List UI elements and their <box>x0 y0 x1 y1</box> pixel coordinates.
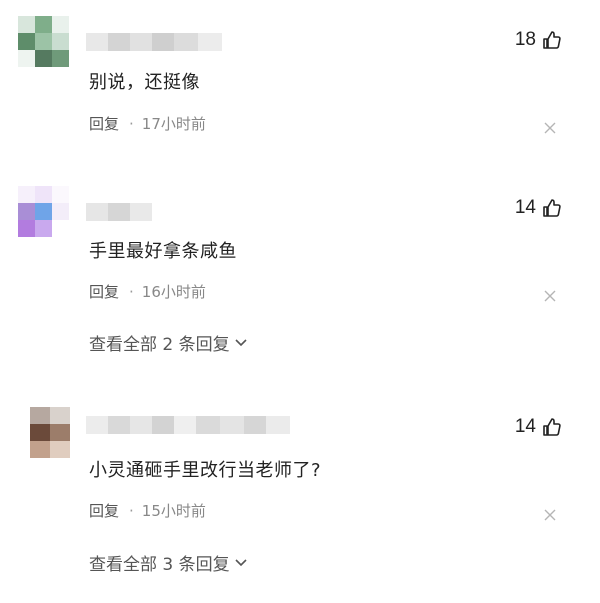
comment-text: 小灵通砸手里改行当老师了? <box>89 460 322 481</box>
close-icon[interactable] <box>544 287 556 302</box>
thumbs-up-icon <box>542 417 562 437</box>
separator-dot: · <box>129 501 134 520</box>
username-blurred[interactable] <box>86 203 152 221</box>
reply-button[interactable]: 回复 <box>89 500 119 521</box>
thumbs-up-icon <box>542 30 562 50</box>
avatar[interactable] <box>18 186 70 238</box>
timestamp: 16小时前 <box>141 283 206 301</box>
comment-item: 14 小灵通砸手里改行当老师了? 回复 · 15小时前 查看全部 3 条回复 <box>0 380 600 603</box>
reply-button[interactable]: 回复 <box>89 113 119 134</box>
chevron-down-icon <box>234 333 248 353</box>
comment-text: 手里最好拿条咸鱼 <box>89 241 237 262</box>
comment-meta: 回复 · 16小时前 <box>89 281 206 302</box>
avatar[interactable] <box>30 407 70 458</box>
username-blurred[interactable] <box>86 33 222 51</box>
comment-item: 14 手里最好拿条咸鱼 回复 · 16小时前 查看全部 2 条回复 <box>0 170 600 380</box>
view-replies-label: 查看全部 2 条回复 <box>89 335 230 355</box>
like-button[interactable]: 18 <box>515 28 562 52</box>
like-button[interactable]: 14 <box>515 196 562 220</box>
comment-text: 别说，还挺像 <box>89 72 200 93</box>
separator-dot: · <box>129 114 134 133</box>
close-icon[interactable] <box>544 119 556 134</box>
chevron-down-icon <box>234 553 248 573</box>
timestamp: 17小时前 <box>141 115 206 133</box>
comment-item: 18 别说，还挺像 回复 · 17小时前 <box>0 0 600 170</box>
view-all-replies-button[interactable]: 查看全部 2 条回复 <box>89 330 248 355</box>
view-all-replies-button[interactable]: 查看全部 3 条回复 <box>89 550 248 575</box>
like-button[interactable]: 14 <box>515 415 562 439</box>
reply-button[interactable]: 回复 <box>89 281 119 302</box>
avatar[interactable] <box>18 16 70 68</box>
close-icon[interactable] <box>544 506 556 521</box>
thumbs-up-icon <box>542 198 562 218</box>
comment-meta: 回复 · 17小时前 <box>89 113 206 134</box>
comment-meta: 回复 · 15小时前 <box>89 500 206 521</box>
like-count: 18 <box>514 29 536 50</box>
view-replies-label: 查看全部 3 条回复 <box>89 555 230 575</box>
like-count: 14 <box>514 197 536 218</box>
like-count: 14 <box>514 416 536 437</box>
separator-dot: · <box>129 282 134 301</box>
timestamp: 15小时前 <box>141 502 206 520</box>
username-blurred[interactable] <box>86 416 290 434</box>
